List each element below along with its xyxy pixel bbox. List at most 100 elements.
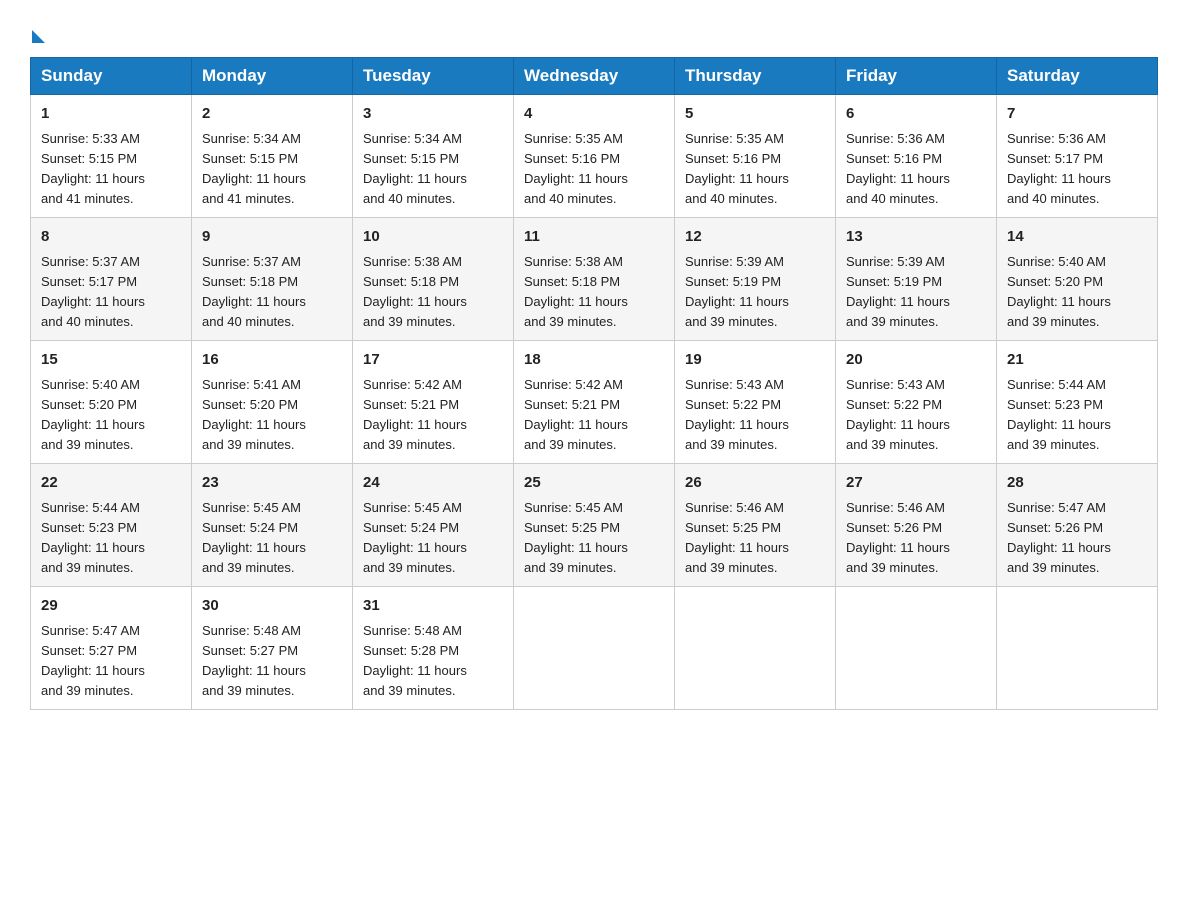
day-number: 29 [41, 595, 181, 618]
day-number: 5 [685, 103, 825, 126]
calendar-cell: 27 Sunrise: 5:46 AMSunset: 5:26 PMDayligh… [836, 464, 997, 587]
day-info: Sunrise: 5:48 AMSunset: 5:28 PMDaylight:… [363, 621, 503, 702]
day-info: Sunrise: 5:43 AMSunset: 5:22 PMDaylight:… [846, 375, 986, 456]
day-info: Sunrise: 5:46 AMSunset: 5:26 PMDaylight:… [846, 498, 986, 579]
day-number: 27 [846, 472, 986, 495]
day-info: Sunrise: 5:37 AMSunset: 5:18 PMDaylight:… [202, 252, 342, 333]
day-info: Sunrise: 5:35 AMSunset: 5:16 PMDaylight:… [524, 129, 664, 210]
day-number: 15 [41, 349, 181, 372]
day-number: 7 [1007, 103, 1147, 126]
day-info: Sunrise: 5:38 AMSunset: 5:18 PMDaylight:… [524, 252, 664, 333]
calendar-cell: 30Sunrise: 5:48 AMSunset: 5:27 PMDayligh… [192, 587, 353, 710]
day-number: 14 [1007, 226, 1147, 249]
calendar-week-row: 15 Sunrise: 5:40 AMSunset: 5:20 PMDayligh… [31, 341, 1158, 464]
calendar-cell: 1Sunrise: 5:33 AMSunset: 5:15 PMDaylight… [31, 95, 192, 218]
weekday-header-tuesday: Tuesday [353, 58, 514, 95]
calendar-cell: 18 Sunrise: 5:42 AMSunset: 5:21 PMDayligh… [514, 341, 675, 464]
day-number: 22 [41, 472, 181, 495]
calendar-cell: 26 Sunrise: 5:46 AMSunset: 5:25 PMDayligh… [675, 464, 836, 587]
calendar-week-row: 1Sunrise: 5:33 AMSunset: 5:15 PMDaylight… [31, 95, 1158, 218]
day-info: Sunrise: 5:35 AMSunset: 5:16 PMDaylight:… [685, 129, 825, 210]
day-number: 8 [41, 226, 181, 249]
calendar-cell [997, 587, 1158, 710]
day-number: 4 [524, 103, 664, 126]
day-info: Sunrise: 5:42 AMSunset: 5:21 PMDaylight:… [524, 375, 664, 456]
weekday-header-saturday: Saturday [997, 58, 1158, 95]
calendar-table: SundayMondayTuesdayWednesdayThursdayFrid… [30, 57, 1158, 710]
day-number: 19 [685, 349, 825, 372]
day-info: Sunrise: 5:47 AMSunset: 5:26 PMDaylight:… [1007, 498, 1147, 579]
logo-triangle-icon [32, 30, 45, 43]
calendar-cell [836, 587, 997, 710]
day-number: 26 [685, 472, 825, 495]
calendar-cell: 7 Sunrise: 5:36 AMSunset: 5:17 PMDaylight… [997, 95, 1158, 218]
calendar-week-row: 29 Sunrise: 5:47 AMSunset: 5:27 PMDayligh… [31, 587, 1158, 710]
day-info: Sunrise: 5:41 AMSunset: 5:20 PMDaylight:… [202, 375, 342, 456]
day-number: 1 [41, 103, 181, 126]
day-info: Sunrise: 5:40 AMSunset: 5:20 PMDaylight:… [41, 375, 181, 456]
day-info: Sunrise: 5:39 AMSunset: 5:19 PMDaylight:… [846, 252, 986, 333]
day-info: Sunrise: 5:36 AMSunset: 5:17 PMDaylight:… [1007, 129, 1147, 210]
calendar-week-row: 22 Sunrise: 5:44 AMSunset: 5:23 PMDayligh… [31, 464, 1158, 587]
day-number: 6 [846, 103, 986, 126]
day-number: 3 [363, 103, 503, 126]
day-info: Sunrise: 5:40 AMSunset: 5:20 PMDaylight:… [1007, 252, 1147, 333]
calendar-cell [514, 587, 675, 710]
day-info: Sunrise: 5:36 AMSunset: 5:16 PMDaylight:… [846, 129, 986, 210]
day-info: Sunrise: 5:45 AMSunset: 5:24 PMDaylight:… [363, 498, 503, 579]
day-info: Sunrise: 5:48 AMSunset: 5:27 PMDaylight:… [202, 621, 342, 702]
day-info: Sunrise: 5:44 AMSunset: 5:23 PMDaylight:… [41, 498, 181, 579]
day-number: 20 [846, 349, 986, 372]
day-number: 17 [363, 349, 503, 372]
day-number: 10 [363, 226, 503, 249]
day-info: Sunrise: 5:39 AMSunset: 5:19 PMDaylight:… [685, 252, 825, 333]
calendar-cell: 11 Sunrise: 5:38 AMSunset: 5:18 PMDayligh… [514, 218, 675, 341]
calendar-cell: 12 Sunrise: 5:39 AMSunset: 5:19 PMDayligh… [675, 218, 836, 341]
day-number: 28 [1007, 472, 1147, 495]
logo [30, 24, 45, 39]
weekday-header-monday: Monday [192, 58, 353, 95]
day-info: Sunrise: 5:44 AMSunset: 5:23 PMDaylight:… [1007, 375, 1147, 456]
day-info: Sunrise: 5:38 AMSunset: 5:18 PMDaylight:… [363, 252, 503, 333]
calendar-cell: 22 Sunrise: 5:44 AMSunset: 5:23 PMDayligh… [31, 464, 192, 587]
day-number: 18 [524, 349, 664, 372]
day-number: 31 [363, 595, 503, 618]
weekday-header-wednesday: Wednesday [514, 58, 675, 95]
calendar-cell: 21 Sunrise: 5:44 AMSunset: 5:23 PMDayligh… [997, 341, 1158, 464]
calendar-cell: 16 Sunrise: 5:41 AMSunset: 5:20 PMDayligh… [192, 341, 353, 464]
calendar-cell: 28 Sunrise: 5:47 AMSunset: 5:26 PMDayligh… [997, 464, 1158, 587]
day-number: 11 [524, 226, 664, 249]
day-number: 16 [202, 349, 342, 372]
day-number: 13 [846, 226, 986, 249]
calendar-cell: 13 Sunrise: 5:39 AMSunset: 5:19 PMDayligh… [836, 218, 997, 341]
page-header [30, 24, 1158, 39]
day-number: 25 [524, 472, 664, 495]
calendar-cell: 14 Sunrise: 5:40 AMSunset: 5:20 PMDayligh… [997, 218, 1158, 341]
day-info: Sunrise: 5:46 AMSunset: 5:25 PMDaylight:… [685, 498, 825, 579]
day-info: Sunrise: 5:43 AMSunset: 5:22 PMDaylight:… [685, 375, 825, 456]
day-number: 21 [1007, 349, 1147, 372]
calendar-cell [675, 587, 836, 710]
weekday-header-thursday: Thursday [675, 58, 836, 95]
calendar-cell: 5 Sunrise: 5:35 AMSunset: 5:16 PMDaylight… [675, 95, 836, 218]
calendar-cell: 23Sunrise: 5:45 AMSunset: 5:24 PMDayligh… [192, 464, 353, 587]
calendar-cell: 15 Sunrise: 5:40 AMSunset: 5:20 PMDayligh… [31, 341, 192, 464]
calendar-cell: 25Sunrise: 5:45 AMSunset: 5:25 PMDayligh… [514, 464, 675, 587]
calendar-cell: 2Sunrise: 5:34 AMSunset: 5:15 PMDaylight… [192, 95, 353, 218]
day-number: 9 [202, 226, 342, 249]
calendar-cell: 31 Sunrise: 5:48 AMSunset: 5:28 PMDayligh… [353, 587, 514, 710]
calendar-cell: 8Sunrise: 5:37 AMSunset: 5:17 PMDaylight… [31, 218, 192, 341]
calendar-cell: 3Sunrise: 5:34 AMSunset: 5:15 PMDaylight… [353, 95, 514, 218]
weekday-header-row: SundayMondayTuesdayWednesdayThursdayFrid… [31, 58, 1158, 95]
calendar-week-row: 8Sunrise: 5:37 AMSunset: 5:17 PMDaylight… [31, 218, 1158, 341]
calendar-cell: 9 Sunrise: 5:37 AMSunset: 5:18 PMDaylight… [192, 218, 353, 341]
day-number: 24 [363, 472, 503, 495]
calendar-cell: 10 Sunrise: 5:38 AMSunset: 5:18 PMDayligh… [353, 218, 514, 341]
day-info: Sunrise: 5:45 AMSunset: 5:24 PMDaylight:… [202, 498, 342, 579]
day-number: 12 [685, 226, 825, 249]
day-info: Sunrise: 5:34 AMSunset: 5:15 PMDaylight:… [202, 129, 342, 210]
day-info: Sunrise: 5:47 AMSunset: 5:27 PMDaylight:… [41, 621, 181, 702]
calendar-cell: 17Sunrise: 5:42 AMSunset: 5:21 PMDayligh… [353, 341, 514, 464]
calendar-cell: 20 Sunrise: 5:43 AMSunset: 5:22 PMDayligh… [836, 341, 997, 464]
weekday-header-sunday: Sunday [31, 58, 192, 95]
